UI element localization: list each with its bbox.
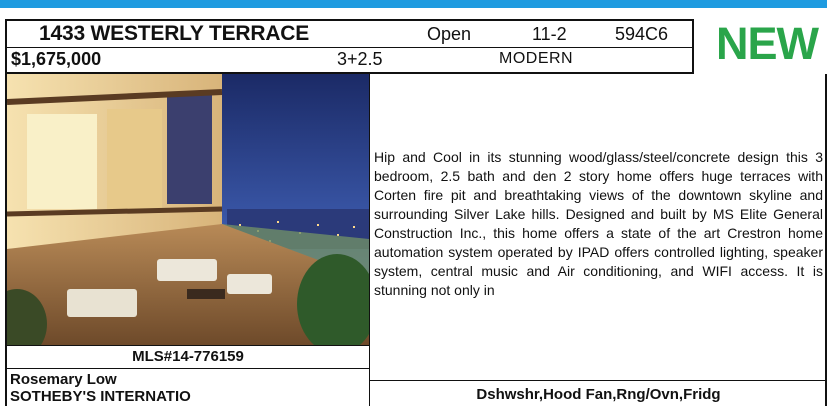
agent-office: SOTHEBY'S INTERNATIO: [10, 388, 191, 405]
new-badge: NEW: [716, 18, 819, 69]
property-description: Hip and Cool in its stunning wood/glass/…: [374, 149, 823, 298]
photo-column: MLS#14-776159 Rosemary Low SOTHEBY'S INT…: [5, 74, 370, 406]
header-row-2: $1,675,000 3+2.5 MODERN: [7, 47, 692, 72]
open-house-hours: 11-2: [532, 24, 567, 44]
beds-baths: 3+2.5: [337, 49, 383, 69]
features-divider: [370, 380, 827, 381]
header-row-1: 1433 WESTERLY TERRACE Open 11-2 594C6: [7, 21, 692, 48]
open-house-label: Open: [427, 24, 472, 44]
mls-number: MLS#14-776159: [7, 345, 369, 369]
property-photo: [7, 74, 369, 345]
home-style: MODERN: [499, 50, 574, 67]
listing-price: $1,675,000: [11, 49, 102, 69]
map-grid-code: 594C6: [615, 24, 669, 44]
appliance-features: Dshwshr,Hood Fan,Rng/Ovn,Fridg: [476, 386, 721, 403]
top-accent-bar: [0, 0, 827, 8]
listing-address: 1433 WESTERLY TERRACE: [39, 22, 310, 45]
agent-name: Rosemary Low: [10, 371, 117, 388]
listing-header: 1433 WESTERLY TERRACE Open 11-2 594C6 $1…: [5, 19, 694, 74]
